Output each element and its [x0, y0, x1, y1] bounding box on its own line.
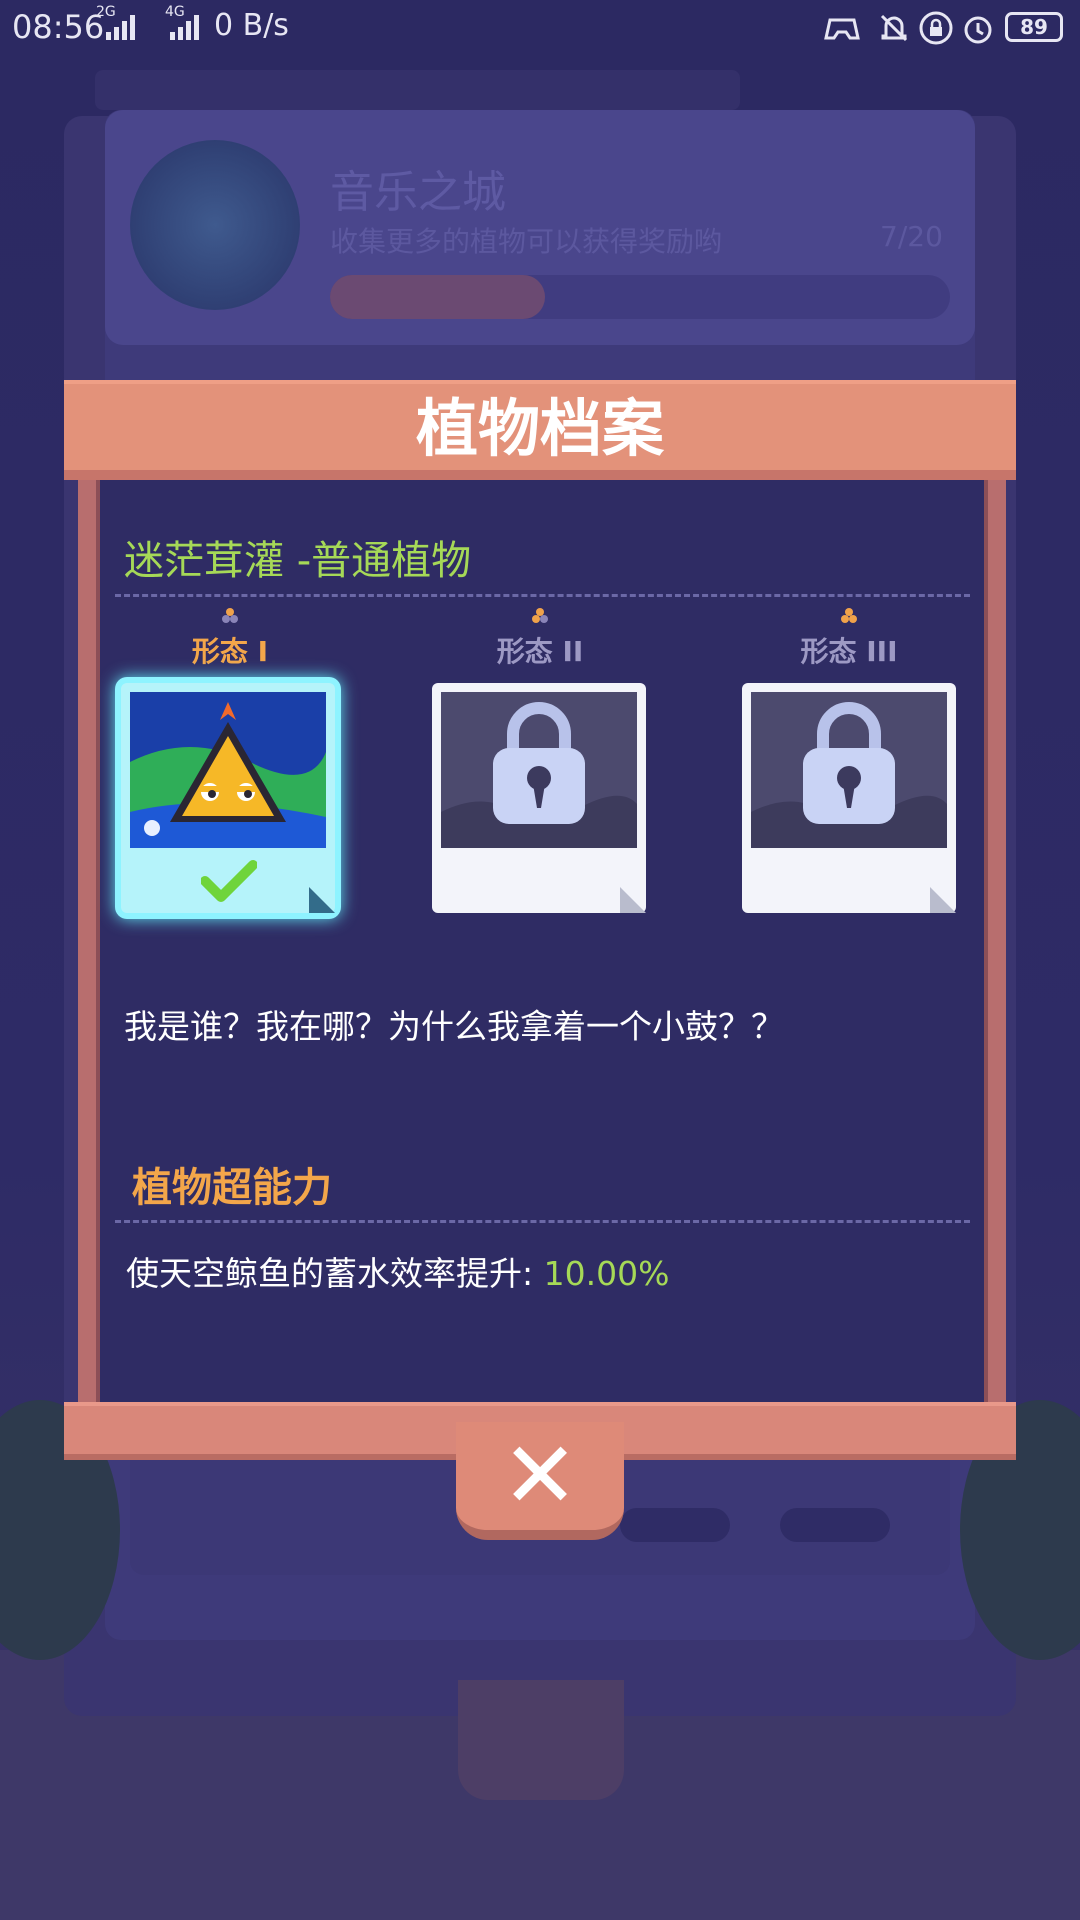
- modal-side-left: [78, 480, 100, 1404]
- seed-icon: [430, 608, 650, 624]
- check-icon: [201, 860, 257, 902]
- form-card-1[interactable]: [121, 683, 335, 913]
- plant-name: 迷茫茸灌 -普通植物: [124, 538, 472, 584]
- background-subtitle: 收集更多的植物可以获得奖励哟: [330, 225, 723, 258]
- background-top-strip: [95, 70, 740, 110]
- plant-portrait: [130, 692, 326, 848]
- modal-title: 植物档案: [415, 392, 664, 465]
- bell-off-icon: [880, 14, 908, 42]
- form-card-3[interactable]: [742, 683, 956, 913]
- power-title: 植物超能力: [132, 1165, 332, 1211]
- status-speed: 0 B/s: [214, 8, 289, 43]
- alarm-icon: [964, 16, 992, 44]
- signal-icon: [106, 15, 135, 40]
- background-progress-fill: [330, 275, 545, 319]
- battery-icon: 89: [1005, 12, 1063, 42]
- background-city-avatar: [130, 140, 300, 310]
- background-pill: [780, 1508, 890, 1542]
- power-description: 使天空鲸鱼的蓄水效率提升: 10.00%: [126, 1247, 669, 1295]
- plant-description: 我是谁？我在哪？为什么我拿着一个小鼓？？: [124, 1007, 784, 1046]
- divider: [115, 1220, 970, 1223]
- signal-icon: [170, 15, 199, 40]
- game-icon: [824, 18, 860, 40]
- status-bar: 08:56 2G 4G 0 B/s 89: [0, 0, 1080, 56]
- form-label: 形态 III: [800, 635, 898, 668]
- form-label: 形态 I: [191, 635, 269, 668]
- divider: [115, 594, 970, 597]
- seed-icon: [120, 608, 340, 624]
- status-time: 08:56: [12, 8, 105, 46]
- page-fold: [309, 887, 335, 913]
- close-icon: ✕: [501, 1422, 579, 1529]
- modal-side-right: [984, 480, 1006, 1404]
- lock-rotation-icon: [919, 11, 953, 45]
- modal-header: 植物档案: [64, 380, 1016, 480]
- page-fold: [620, 887, 646, 913]
- background-title: 音乐之城: [330, 167, 506, 218]
- power-value: 10.00%: [543, 1254, 670, 1293]
- background-back-button: [458, 1680, 624, 1800]
- close-button[interactable]: ✕: [456, 1422, 624, 1540]
- locked-portrait: [441, 692, 637, 848]
- background-count: 7/20: [880, 220, 943, 253]
- locked-portrait: [751, 692, 947, 848]
- form-label: 形态 II: [496, 635, 584, 668]
- seed-icon: [739, 608, 959, 624]
- form-card-2[interactable]: [432, 683, 646, 913]
- power-text: 使天空鲸鱼的蓄水效率提升:: [126, 1254, 544, 1293]
- background-pill: [620, 1508, 730, 1542]
- page-fold: [930, 887, 956, 913]
